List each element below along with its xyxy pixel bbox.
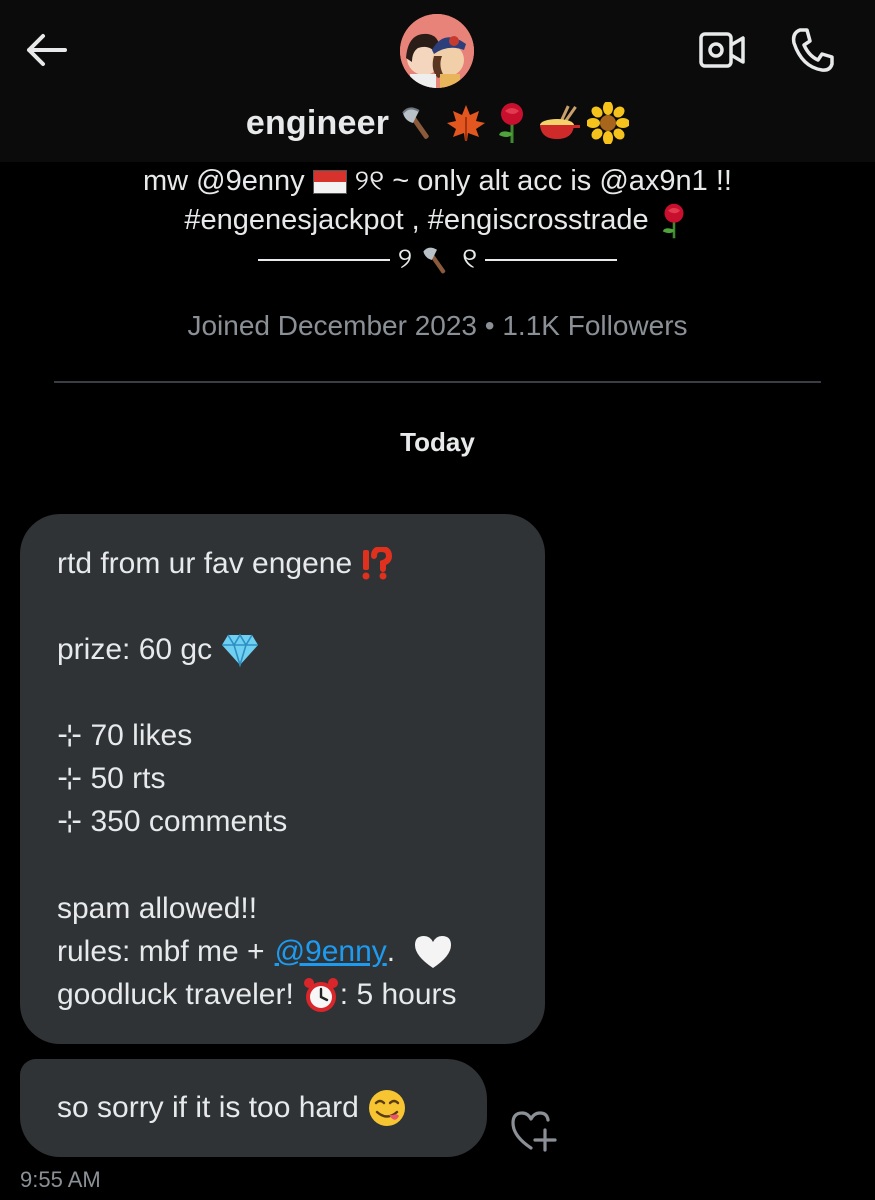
message-line: rules: mbf me + @9enny . [57, 932, 453, 972]
message-bubble[interactable]: so sorry if it is too hard [20, 1059, 487, 1157]
fondue-pot-icon [540, 105, 581, 139]
bio-mention-text: mw @9enny [143, 165, 305, 197]
dm-conversation-screen: engineer mw @9enny ୨୧ ~ only alt acc is … [0, 0, 875, 1200]
rose-icon [662, 203, 684, 238]
phone-icon [791, 28, 834, 72]
phone-call-button[interactable] [783, 22, 841, 78]
message-bubble[interactable]: rtd from ur fav engene prize: 60 gc ⊹ 70… [20, 514, 545, 1044]
timer-text: : 5 hours [339, 978, 457, 1011]
profile-bio: mw @9enny ୨୧ ~ only alt acc is @ax9n1 !!… [0, 162, 875, 279]
conversation-header: engineer [0, 0, 875, 162]
message-line: spam allowed!! [57, 889, 257, 929]
rose-icon [499, 103, 524, 143]
rules-suffix: . [386, 935, 396, 968]
avatar-image [400, 14, 474, 88]
bio-line-1: mw @9enny ୨୧ ~ only alt acc is @ax9n1 !! [0, 162, 875, 201]
profile-name: engineer [245, 103, 390, 142]
bio-deco-right: ୧ [462, 243, 478, 275]
bio-line-2: #engenesjackpot , #engiscrosstrade [0, 201, 875, 240]
requirement-rts: ⊹ 50 rts [57, 762, 166, 795]
prize-text: prize: 60 gc [57, 633, 213, 666]
bio-alt-text: ୨୧ ~ only alt acc is @ax9n1 !! [354, 165, 732, 197]
requirement-likes: ⊹ 70 likes [57, 719, 193, 752]
message-timestamp: 9:55 AM [20, 1167, 101, 1192]
gem-icon [222, 633, 259, 667]
decorative-line-left [257, 258, 390, 261]
add-reaction-button[interactable] [507, 1106, 559, 1154]
spam-text: spam allowed!! [57, 892, 258, 925]
avatar[interactable] [400, 14, 474, 88]
mention-link[interactable]: @9enny [275, 932, 387, 972]
indonesia-flag-icon [312, 169, 347, 194]
heart-plus-icon [511, 1111, 557, 1152]
alarm-clock-icon [303, 978, 338, 1012]
date-separator: Today [400, 427, 475, 457]
message-line: rtd from ur fav engene [57, 544, 393, 584]
maple-leaf-icon [447, 105, 486, 141]
face-savoring-food-icon [368, 1090, 405, 1126]
arrow-left-icon [27, 34, 67, 66]
profile-name-row: engineer [0, 96, 875, 150]
message-line: prize: 60 gc [57, 630, 260, 670]
sunflower-icon [587, 102, 630, 144]
profile-meta: Joined December 2023 • 1.1K Followers [187, 310, 688, 341]
message-text: rtd from ur fav engene [57, 547, 353, 580]
bio-line-3: ୨ ୧ [0, 240, 875, 279]
message-line: ⊹ 350 comments [57, 802, 287, 842]
video-call-button[interactable] [693, 24, 751, 76]
axe-icon [423, 247, 446, 273]
bio-deco-left: ୨ [397, 243, 413, 275]
white-heart-icon [415, 936, 452, 968]
decorative-line-right [485, 258, 618, 261]
exclamation-question-mark-icon [362, 547, 393, 580]
message-text: so sorry if it is too hard [57, 1091, 359, 1124]
divider [54, 381, 821, 383]
requirement-comments: ⊹ 350 comments [57, 805, 288, 838]
rules-text: rules: mbf me + [57, 935, 265, 968]
back-button[interactable] [18, 22, 74, 78]
goodluck-text: goodluck traveler! [57, 978, 294, 1011]
name-emoji-row [399, 101, 630, 145]
message-line: ⊹ 50 rts [57, 759, 166, 799]
message-line: goodluck traveler! : 5 hours [57, 975, 457, 1015]
message-line: ⊹ 70 likes [57, 716, 192, 756]
message-line: so sorry if it is too hard [57, 1088, 407, 1128]
axe-icon [402, 107, 429, 139]
bio-hashtags: #engenesjackpot , #engiscrosstrade [184, 204, 649, 236]
video-call-icon [699, 32, 745, 68]
